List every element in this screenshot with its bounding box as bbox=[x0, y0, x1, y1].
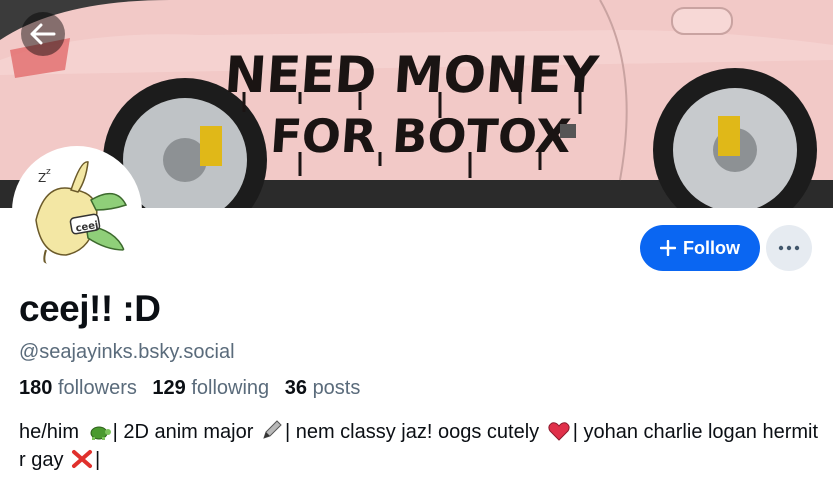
back-button[interactable] bbox=[21, 12, 65, 56]
banner-slogan-line2: FOR BOTOX bbox=[269, 109, 573, 163]
posts-label: posts bbox=[312, 377, 361, 399]
avatar-image: ceej Z z bbox=[16, 150, 138, 272]
more-options-button[interactable] bbox=[766, 225, 812, 271]
follow-label: Follow bbox=[683, 237, 740, 258]
bio-part-5: | bbox=[95, 449, 101, 471]
follow-button[interactable]: Follow bbox=[640, 225, 760, 271]
turtle-emoji bbox=[90, 426, 111, 440]
banner-slogan-line1: NEED MONEY bbox=[223, 46, 601, 104]
plus-icon bbox=[660, 240, 676, 256]
following-stat[interactable]: 129 following bbox=[152, 377, 269, 399]
posts-stat: 36 posts bbox=[285, 377, 361, 399]
display-name: ceej!! :D bbox=[19, 288, 161, 329]
posts-count: 36 bbox=[284, 377, 307, 399]
cross-mark-emoji bbox=[72, 450, 93, 468]
heart-emoji bbox=[548, 422, 570, 441]
followers-count: 180 bbox=[19, 377, 53, 399]
following-count: 129 bbox=[152, 377, 186, 399]
avatar[interactable]: ceej Z z bbox=[12, 146, 142, 276]
profile-stats: 180 followers 129 following 36 posts bbox=[19, 377, 370, 400]
handle: @seajayinks.bsky.social bbox=[19, 341, 235, 363]
ellipsis-icon bbox=[778, 245, 800, 251]
bio-part-2: | 2D anim major bbox=[112, 421, 254, 443]
svg-text:z: z bbox=[46, 167, 51, 177]
svg-text:Z: Z bbox=[38, 171, 46, 185]
followers-stat[interactable]: 180 followers bbox=[19, 377, 137, 399]
pencil-emoji bbox=[263, 420, 282, 439]
arrow-left-icon bbox=[30, 23, 56, 45]
bio-part-3: | nem classy jaz! oogs cutely bbox=[284, 421, 540, 443]
profile-bio: he/him | 2D anim major | nem classy jaz!… bbox=[19, 418, 819, 474]
followers-label: followers bbox=[57, 377, 137, 399]
bio-part-1: he/him bbox=[19, 421, 80, 443]
following-label: following bbox=[191, 377, 270, 399]
